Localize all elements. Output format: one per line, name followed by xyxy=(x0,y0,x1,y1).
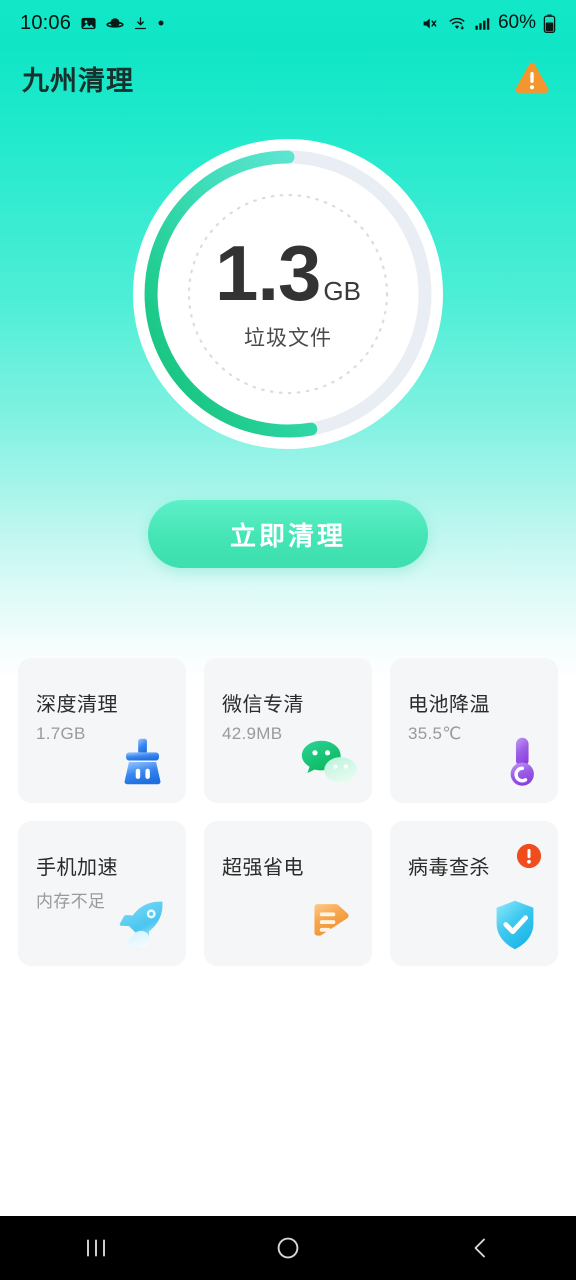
mute-icon xyxy=(423,18,437,28)
wifi-icon xyxy=(449,17,465,30)
app-title: 九州清理 xyxy=(22,65,134,96)
feature-card-deep-clean[interactable]: 深度清理 1.7GB xyxy=(18,658,186,803)
dot-icon xyxy=(158,20,164,26)
phone-screen: 10:06 60% 九州清理 1.3 GB 垃圾文件 立即清理 深度清理 1.7… xyxy=(0,0,576,1280)
warning-button[interactable] xyxy=(510,56,554,100)
card-title: 病毒查杀 xyxy=(408,857,490,879)
card-subtitle: 内存不足 xyxy=(36,892,106,911)
feature-card-wechat-clean[interactable]: 微信专清 42.9MB xyxy=(204,658,372,803)
gauge-face xyxy=(167,173,409,415)
card-title: 微信专清 xyxy=(222,694,304,716)
card-title: 深度清理 xyxy=(36,694,118,716)
status-bar-clock: 10:06 xyxy=(20,11,72,34)
thermometer-icon xyxy=(500,737,534,786)
app-header: 九州清理 xyxy=(0,50,576,106)
junk-gauge[interactable]: 1.3 GB 垃圾文件 xyxy=(132,138,444,450)
battery-percent-label: 60% xyxy=(497,12,536,33)
card-title: 手机加速 xyxy=(36,857,118,879)
home-icon xyxy=(277,1237,299,1259)
home-button[interactable] xyxy=(240,1216,336,1280)
signal-icon xyxy=(475,17,490,30)
saturn-icon xyxy=(106,17,124,28)
alert-badge-icon xyxy=(516,843,542,869)
feature-card-virus-scan[interactable]: 病毒查杀 xyxy=(390,821,558,966)
image-icon xyxy=(81,17,96,29)
back-button[interactable] xyxy=(432,1216,528,1280)
back-icon xyxy=(474,1238,485,1258)
clean-now-button[interactable]: 立即清理 xyxy=(148,500,428,568)
download-icon xyxy=(134,16,147,29)
card-title: 超强省电 xyxy=(222,857,304,879)
status-bar-left: 10:06 xyxy=(20,12,165,35)
card-subtitle: 42.9MB xyxy=(222,724,283,743)
battery-save-icon xyxy=(314,904,349,936)
battery-icon xyxy=(543,14,556,33)
wechat-icon xyxy=(301,740,357,785)
feature-card-power-saving[interactable]: 超强省电 xyxy=(204,821,372,966)
status-bar-right: 60% xyxy=(420,12,556,34)
recents-icon xyxy=(87,1239,105,1257)
warning-triangle-icon xyxy=(515,62,549,93)
feature-grid: 深度清理 1.7GB 微信专清 42.9MB 电池降温 35.5℃ 手机加速 内… xyxy=(18,658,558,966)
card-subtitle: 1.7GB xyxy=(36,724,86,743)
shield-check-icon xyxy=(496,900,534,950)
feature-card-phone-boost[interactable]: 手机加速 内存不足 xyxy=(18,821,186,966)
gauge-svg xyxy=(133,139,443,449)
recents-button[interactable] xyxy=(48,1216,144,1280)
system-nav-bar xyxy=(0,1216,576,1280)
feature-card-battery-cooling[interactable]: 电池降温 35.5℃ xyxy=(390,658,558,803)
card-title: 电池降温 xyxy=(408,694,490,716)
card-subtitle: 35.5℃ xyxy=(408,724,462,743)
broom-icon xyxy=(124,738,161,785)
rocket-icon xyxy=(119,901,163,949)
status-bar: 10:06 60% xyxy=(0,0,576,46)
